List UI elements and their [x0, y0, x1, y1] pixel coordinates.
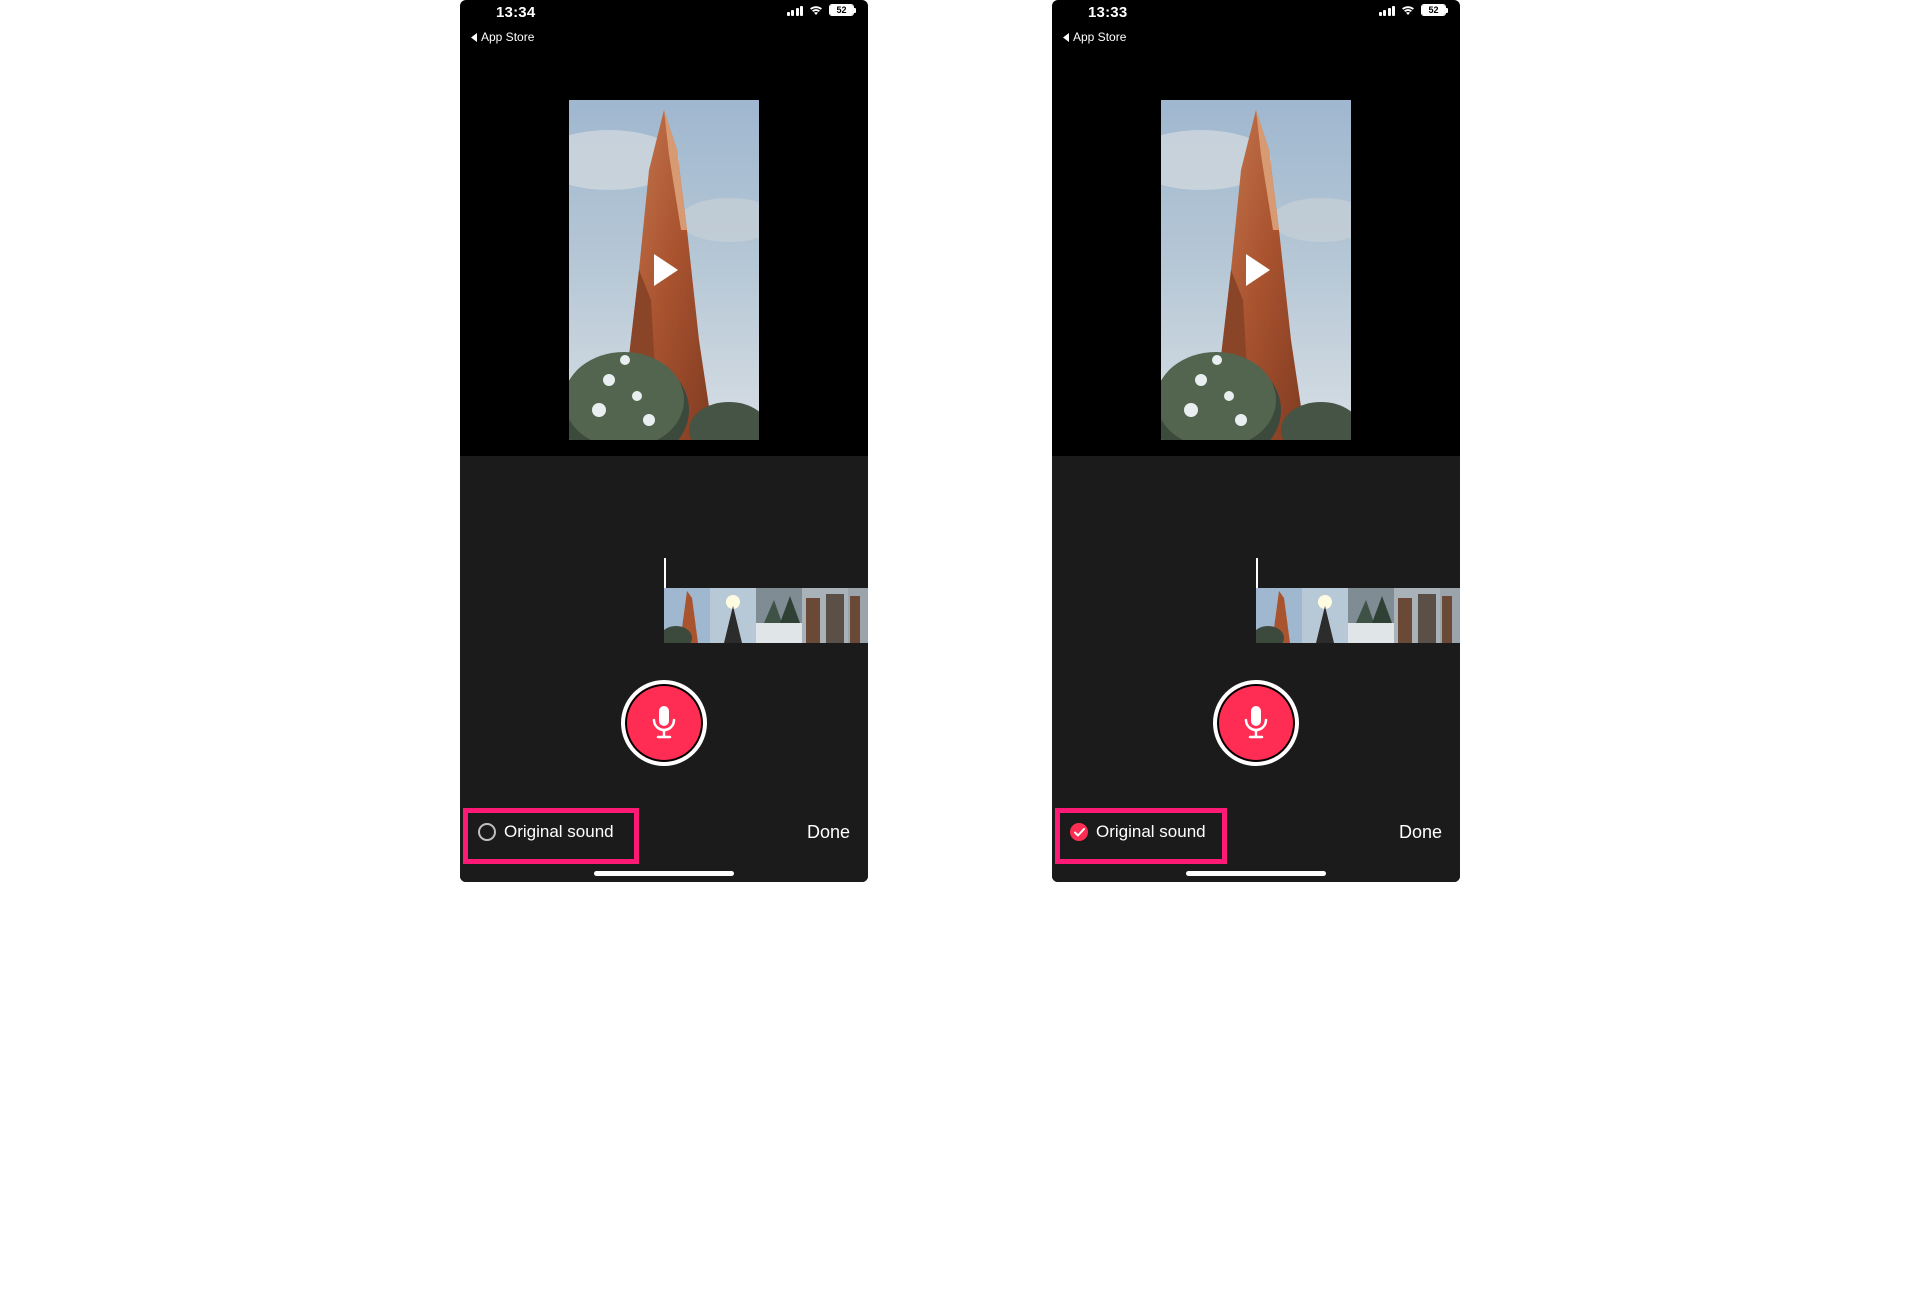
battery-icon: 52	[829, 4, 854, 16]
radio-unchecked-icon	[478, 823, 496, 841]
clip-thumb[interactable]	[756, 588, 802, 643]
record-voiceover-button[interactable]	[1213, 680, 1299, 766]
editor-panel: Original sound Done	[1052, 456, 1460, 882]
microphone-icon	[1242, 704, 1270, 742]
clip-thumb[interactable]	[1394, 588, 1440, 643]
original-sound-toggle[interactable]: Original sound	[478, 822, 614, 842]
clip-thumb[interactable]	[848, 588, 868, 643]
clip-thumb[interactable]	[1302, 588, 1348, 643]
cellular-signal-icon	[1379, 4, 1396, 16]
clip-thumb[interactable]	[1348, 588, 1394, 643]
video-preview[interactable]	[569, 100, 759, 440]
timeline[interactable]	[1052, 564, 1460, 634]
original-sound-toggle[interactable]: Original sound	[1070, 822, 1206, 842]
timeline-clips[interactable]	[1256, 588, 1460, 643]
back-to-app-store-link[interactable]: App Store	[471, 30, 534, 44]
status-bar: 13:34 52	[460, 0, 868, 28]
clip-thumb[interactable]	[1440, 588, 1460, 643]
microphone-icon	[650, 704, 678, 742]
status-bar: 13:33 52	[1052, 0, 1460, 28]
back-to-app-store-link[interactable]: App Store	[1063, 30, 1126, 44]
wifi-icon	[1400, 4, 1416, 16]
play-icon[interactable]	[644, 250, 684, 290]
cellular-signal-icon	[787, 4, 804, 16]
clip-thumb[interactable]	[710, 588, 756, 643]
play-icon[interactable]	[1236, 250, 1276, 290]
done-button[interactable]: Done	[807, 822, 850, 843]
home-indicator[interactable]	[594, 871, 734, 876]
clip-thumb[interactable]	[802, 588, 848, 643]
editor-panel: Original sound Done	[460, 456, 868, 882]
battery-icon: 52	[1421, 4, 1446, 16]
timeline-clips[interactable]	[664, 588, 868, 643]
phone-screenshot-left: 13:34 52 App Store	[460, 0, 868, 882]
record-voiceover-button[interactable]	[621, 680, 707, 766]
timeline[interactable]	[460, 564, 868, 634]
clip-thumb[interactable]	[1256, 588, 1302, 643]
phone-screenshot-right: 13:33 52 App Store	[1052, 0, 1460, 882]
home-indicator[interactable]	[1186, 871, 1326, 876]
status-time: 13:33	[1088, 4, 1127, 21]
wifi-icon	[808, 4, 824, 16]
done-button[interactable]: Done	[1399, 822, 1442, 843]
status-time: 13:34	[496, 4, 535, 21]
radio-checked-icon	[1070, 823, 1088, 841]
clip-thumb[interactable]	[664, 588, 710, 643]
original-sound-label: Original sound	[1096, 822, 1206, 842]
original-sound-label: Original sound	[504, 822, 614, 842]
video-preview[interactable]	[1161, 100, 1351, 440]
